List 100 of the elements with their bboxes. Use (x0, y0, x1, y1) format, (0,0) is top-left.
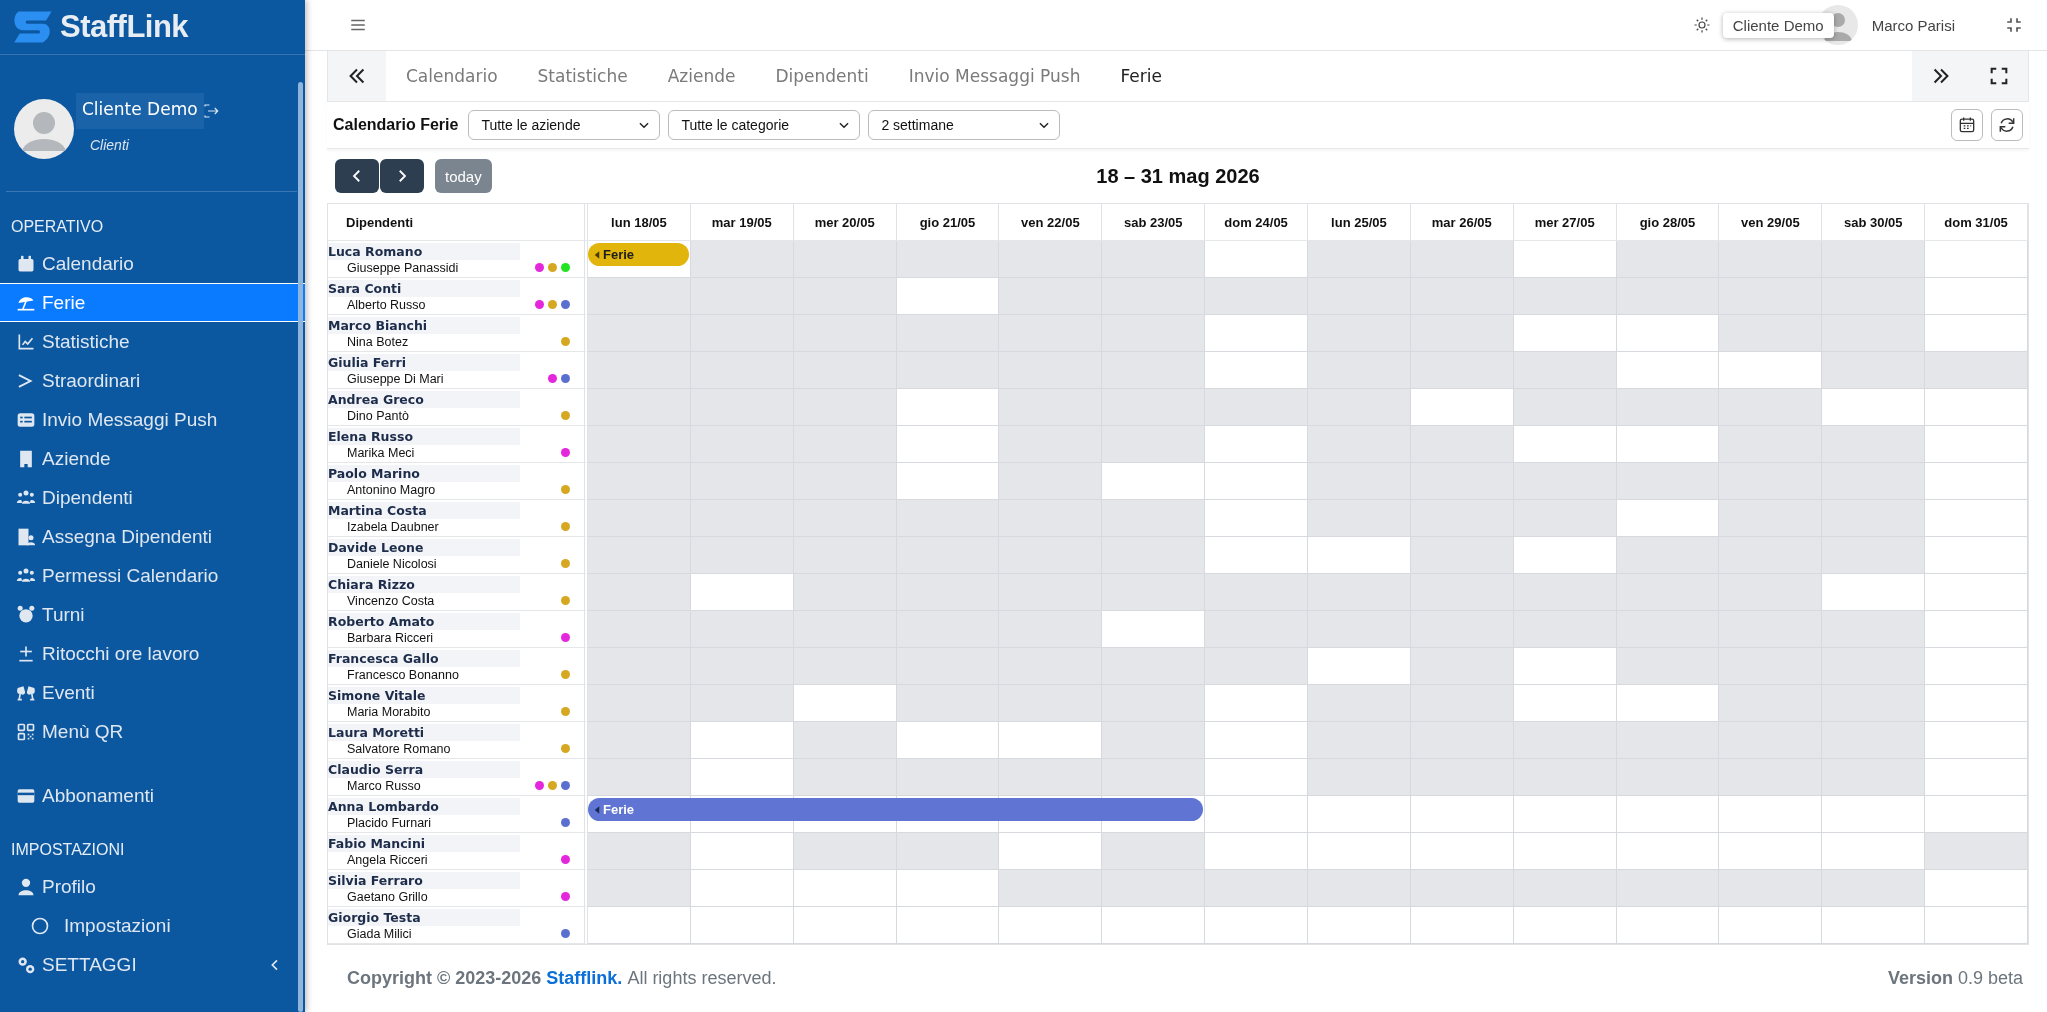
scroll-right-button[interactable] (1912, 51, 1970, 101)
day-cell[interactable] (1822, 463, 1926, 500)
day-cell[interactable] (1822, 315, 1926, 352)
day-cell[interactable] (1822, 278, 1926, 315)
day-cell[interactable] (999, 648, 1103, 685)
day-cell[interactable] (1308, 722, 1411, 759)
day-cell[interactable] (1308, 833, 1411, 870)
day-cell[interactable] (1925, 574, 2028, 611)
day-cell[interactable] (999, 278, 1103, 315)
day-cell[interactable] (1102, 241, 1206, 278)
day-cell[interactable] (1308, 648, 1411, 685)
day-cell[interactable] (1616, 463, 1720, 500)
day-cell[interactable] (1102, 278, 1206, 315)
day-cell[interactable]: Ferie (588, 241, 691, 278)
sidebar-item[interactable]: Ferie (0, 283, 305, 322)
day-cell[interactable] (1719, 685, 1823, 722)
day-cell[interactable] (690, 574, 794, 611)
day-cell[interactable] (1102, 685, 1206, 722)
day-cell[interactable] (999, 907, 1103, 944)
day-cell[interactable] (1822, 833, 1926, 870)
day-cell[interactable] (1205, 648, 1308, 685)
day-cell[interactable] (1205, 611, 1308, 648)
day-cell[interactable] (588, 500, 691, 537)
day-cell[interactable] (1308, 907, 1411, 944)
day-cell[interactable] (999, 685, 1103, 722)
day-cell[interactable] (1513, 833, 1617, 870)
day-cell[interactable] (1410, 685, 1514, 722)
user-name[interactable]: Marco Parisi (1871, 16, 1955, 34)
day-cell[interactable] (1308, 537, 1411, 574)
day-cell[interactable] (896, 759, 1000, 796)
app-logo[interactable]: StaffLink (60, 9, 189, 45)
day-cell[interactable] (588, 315, 691, 352)
day-cell[interactable] (999, 315, 1103, 352)
day-cell[interactable] (690, 685, 794, 722)
day-cell[interactable] (1410, 574, 1514, 611)
filter-dropdown[interactable]: Tutte le aziende (468, 110, 661, 140)
day-cell[interactable] (1513, 426, 1617, 463)
day-cell[interactable] (1822, 907, 1926, 944)
day-cell[interactable] (1102, 315, 1206, 352)
day-cell[interactable] (1925, 389, 2028, 426)
day-cell[interactable] (1513, 574, 1617, 611)
day-cell[interactable] (1205, 426, 1308, 463)
day-cell[interactable] (1410, 759, 1514, 796)
day-cell[interactable] (1616, 574, 1720, 611)
previous-button[interactable] (335, 159, 379, 193)
day-cell[interactable] (588, 870, 691, 907)
day-cell[interactable] (1822, 241, 1926, 278)
day-cell[interactable] (1308, 870, 1411, 907)
day-cell[interactable] (1513, 648, 1617, 685)
day-cell[interactable]: Ferie (588, 796, 691, 833)
day-cell[interactable] (1925, 463, 2028, 500)
day-cell[interactable] (1719, 278, 1823, 315)
day-cell[interactable] (1205, 537, 1308, 574)
day-cell[interactable] (896, 685, 1000, 722)
day-cell[interactable] (1925, 315, 2028, 352)
day-cell[interactable] (1308, 611, 1411, 648)
day-cell[interactable] (1102, 574, 1206, 611)
day-cell[interactable] (1205, 315, 1308, 352)
day-cell[interactable] (896, 833, 1000, 870)
day-cell[interactable] (690, 907, 794, 944)
day-cell[interactable] (588, 648, 691, 685)
sidebar-item[interactable]: Assegna Dipendenti (0, 517, 305, 556)
day-cell[interactable] (1616, 722, 1720, 759)
sidebar-item[interactable]: Aziende (0, 439, 305, 478)
refresh-button[interactable] (1991, 109, 2023, 141)
day-cell[interactable] (588, 426, 691, 463)
day-cell[interactable] (1102, 722, 1206, 759)
sidebar-item[interactable]: SETTAGGI (0, 945, 305, 984)
event-bar[interactable]: Ferie (588, 243, 689, 266)
day-cell[interactable] (1719, 537, 1823, 574)
day-cell[interactable] (1205, 907, 1308, 944)
day-cell[interactable] (1410, 352, 1514, 389)
day-cell[interactable] (793, 870, 897, 907)
sidebar-item[interactable]: Permessi Calendario (0, 556, 305, 595)
day-cell[interactable] (1822, 648, 1926, 685)
day-cell[interactable] (1822, 796, 1926, 833)
day-cell[interactable] (1719, 574, 1823, 611)
day-cell[interactable] (1616, 241, 1720, 278)
day-cell[interactable] (1822, 574, 1926, 611)
day-cell[interactable] (793, 463, 897, 500)
day-cell[interactable] (1308, 759, 1411, 796)
day-cell[interactable] (793, 759, 897, 796)
day-cell[interactable] (1719, 426, 1823, 463)
day-cell[interactable] (690, 241, 794, 278)
day-cell[interactable] (1513, 796, 1617, 833)
day-cell[interactable] (1719, 870, 1823, 907)
fullscreen-button[interactable] (1970, 51, 2028, 101)
day-cell[interactable] (588, 574, 691, 611)
day-cell[interactable] (1822, 611, 1926, 648)
sidebar-item[interactable]: Impostazioni (0, 906, 305, 945)
day-cell[interactable] (793, 722, 897, 759)
sidebar-item[interactable]: Straordinari (0, 361, 305, 400)
day-cell[interactable] (1102, 796, 1206, 833)
day-cell[interactable] (588, 537, 691, 574)
day-cell[interactable] (1616, 759, 1720, 796)
day-cell[interactable] (1925, 500, 2028, 537)
day-cell[interactable] (896, 426, 1000, 463)
day-cell[interactable] (1410, 870, 1514, 907)
calendar-button[interactable] (1951, 109, 1983, 141)
day-cell[interactable] (690, 278, 794, 315)
